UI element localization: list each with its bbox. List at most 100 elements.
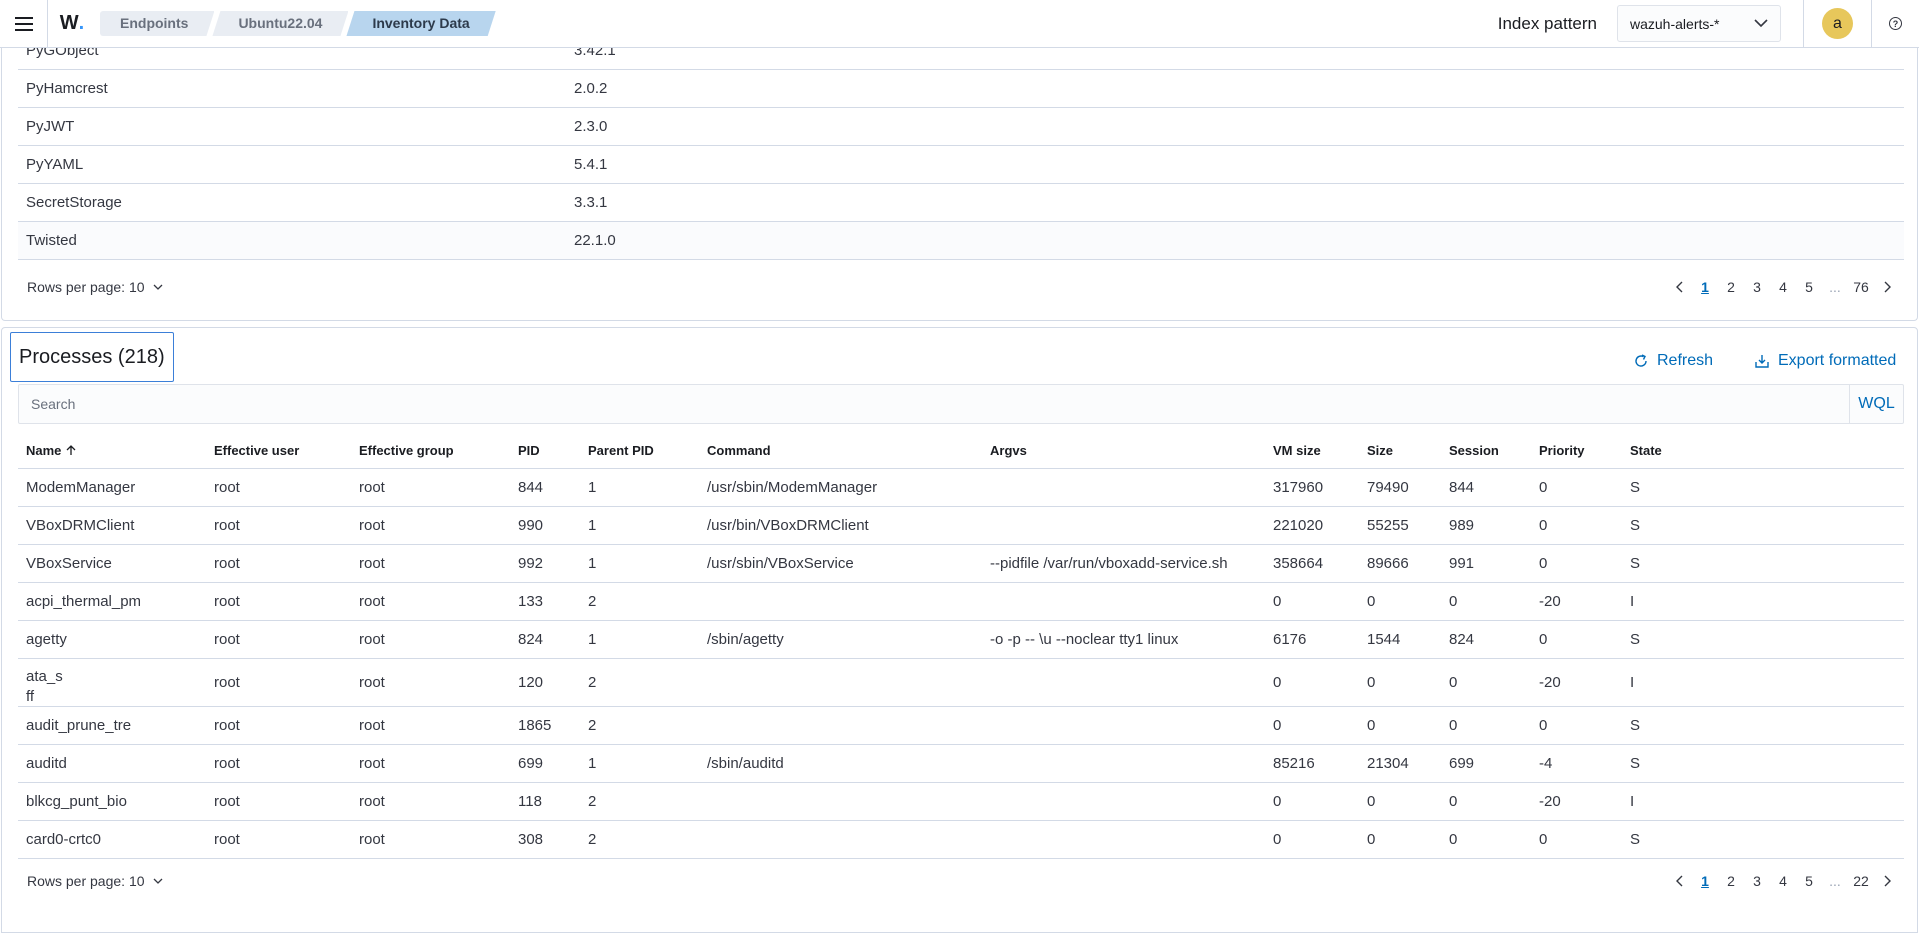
table-row[interactable]: ModemManager root root 844 1/usr/sbin/ModemM… (18, 469, 1904, 507)
page-link[interactable]: 3 (1744, 279, 1770, 295)
chevron-right-icon[interactable] (1874, 281, 1900, 293)
column-header-priority[interactable]: Priority (1539, 443, 1585, 458)
size: 0 (1367, 793, 1376, 810)
export-formatted-button[interactable]: Export formatted (1755, 352, 1896, 370)
effective-user: root (214, 674, 240, 691)
parent-pid: 1 (588, 517, 597, 534)
vm-size: 317960 (1273, 479, 1324, 496)
table-row[interactable]: card0-crtc0 root root 308 2 0 0 0 0 S (18, 821, 1904, 859)
session: 0 (1449, 793, 1458, 810)
effective-group: root (359, 717, 385, 734)
table-row[interactable]: SecretStorage 3.3.1 (18, 184, 1904, 222)
vm-size: 0 (1273, 793, 1282, 810)
effective-user: root (214, 631, 240, 648)
pid: 844 (518, 479, 544, 496)
search-input[interactable] (19, 385, 1849, 423)
column-header-session[interactable]: Session (1449, 443, 1499, 458)
pid: 990 (518, 517, 544, 534)
page-ellipsis: ... (1829, 279, 1841, 295)
wql-button[interactable]: WQL (1849, 385, 1903, 423)
page-link[interactable]: 2 (1718, 279, 1744, 295)
column-header-parent-pid[interactable]: Parent PID (588, 443, 654, 458)
index-pattern-select[interactable]: wazuh-alerts-* (1617, 5, 1781, 42)
menu-icon[interactable] (0, 0, 48, 48)
package-version: 22.1.0 (574, 232, 616, 249)
effective-user: root (214, 517, 240, 534)
rows-per-page-select[interactable]: Rows per page: 10 (27, 873, 163, 889)
command: /usr/sbin/ModemManager (707, 479, 878, 496)
table-row[interactable]: PyJWT 2.3.0 (18, 108, 1904, 146)
table-row[interactable]: VBoxService root root 992 1/usr/sbin/VBoxSer… (18, 545, 1904, 583)
process-name: agetty (26, 631, 67, 648)
argvs: --pidfile /var/run/vboxadd-service.sh (990, 555, 1228, 572)
priority: 0 (1539, 555, 1548, 572)
size: 0 (1367, 717, 1376, 734)
table-row[interactable]: blkcg_punt_bio root root 118 2 0 0 0 -20 I (18, 783, 1904, 821)
page-link[interactable]: 1 (1692, 279, 1718, 295)
table-row[interactable]: Twisted 22.1.0 (18, 222, 1904, 260)
column-header-size[interactable]: Size (1367, 443, 1393, 458)
column-header-pid[interactable]: PID (518, 443, 540, 458)
breadcrumb: Endpoints Ubuntu22.04 Inventory Data (100, 0, 494, 48)
pid: 824 (518, 631, 544, 648)
table-row[interactable]: agetty root root 824 1/sbin/agetty -o -p -- \… (18, 621, 1904, 659)
column-header-effective-group[interactable]: Effective group (359, 443, 454, 458)
table-row[interactable]: PyYAML 5.4.1 (18, 146, 1904, 184)
vm-size: 85216 (1273, 755, 1315, 772)
argvs: -o -p -- \u --noclear tty1 linux (990, 631, 1179, 648)
page-link[interactable]: 5 (1796, 873, 1822, 889)
avatar[interactable]: a (1822, 8, 1853, 39)
wazuh-logo[interactable]: W. (48, 0, 96, 48)
vm-size: 0 (1273, 593, 1282, 610)
column-header-effective-user[interactable]: Effective user (214, 443, 299, 458)
column-header-vm-size[interactable]: VM size (1273, 443, 1321, 458)
process-name: auditd (26, 755, 67, 772)
breadcrumb-endpoints[interactable]: Endpoints (100, 11, 214, 36)
vm-size: 6176 (1273, 631, 1307, 648)
chevron-left-icon[interactable] (1666, 875, 1692, 887)
table-row[interactable]: ata_sff root root 120 2 0 0 0 -20 I (18, 659, 1904, 707)
pagination: 1 2 3 4 5 ... 76 (1666, 279, 1900, 295)
session: 0 (1449, 593, 1458, 610)
packages-panel: PyGObject 3.42.1 PyHamcrest 2.0.2 PyJWT … (1, 48, 1918, 321)
page-link[interactable]: 1 (1692, 873, 1718, 889)
size: 0 (1367, 674, 1376, 691)
table-row[interactable]: audit_prune_tre root root 1865 2 0 0 0 0 S (18, 707, 1904, 745)
size: 21304 (1367, 755, 1409, 772)
page-link[interactable]: 22 (1848, 873, 1874, 889)
table-row[interactable]: PyHamcrest 2.0.2 (18, 70, 1904, 108)
state: I (1630, 674, 1635, 691)
table-row[interactable]: VBoxDRMClient root root 990 1/usr/bin/VBoxDR… (18, 507, 1904, 545)
page-link[interactable]: 5 (1796, 279, 1822, 295)
table-row[interactable]: auditd root root 699 1/sbin/auditd 85216 21304… (18, 745, 1904, 783)
page-link[interactable]: 3 (1744, 873, 1770, 889)
package-version: 3.3.1 (574, 194, 608, 211)
rows-per-page-select[interactable]: Rows per page: 10 (27, 279, 163, 295)
page-link[interactable]: 4 (1770, 279, 1796, 295)
column-header-command[interactable]: Command (707, 443, 771, 458)
size: 0 (1367, 593, 1376, 610)
table-row[interactable]: acpi_thermal_pm root root 133 2 0 0 0 -20 I (18, 583, 1904, 621)
effective-user: root (214, 755, 240, 772)
page-link[interactable]: 4 (1770, 873, 1796, 889)
parent-pid: 2 (588, 674, 597, 691)
page-link[interactable]: 76 (1848, 279, 1874, 295)
state: I (1630, 793, 1635, 810)
page-link[interactable]: 2 (1718, 873, 1744, 889)
chevron-right-icon[interactable] (1874, 875, 1900, 887)
priority: -4 (1539, 755, 1553, 772)
breadcrumb-inventory-data: Inventory Data (346, 11, 495, 36)
top-header: W. Endpoints Ubuntu22.04 Inventory Data … (0, 0, 1919, 48)
process-name: ata_sff (26, 668, 63, 705)
column-header-state[interactable]: State (1630, 443, 1662, 458)
chevron-left-icon[interactable] (1666, 281, 1692, 293)
table-row[interactable]: PyGObject 3.42.1 (18, 48, 1904, 70)
help-icon[interactable]: ? (1871, 0, 1919, 48)
refresh-button[interactable]: Refresh (1634, 352, 1713, 370)
column-header-name[interactable]: Name (26, 443, 76, 458)
column-header-argvs[interactable]: Argvs (990, 443, 1027, 458)
breadcrumb-agent[interactable]: Ubuntu22.04 (212, 11, 348, 36)
effective-group: root (359, 517, 385, 534)
index-pattern-label: Index pattern (1497, 13, 1597, 33)
package-version: 2.3.0 (574, 118, 608, 135)
